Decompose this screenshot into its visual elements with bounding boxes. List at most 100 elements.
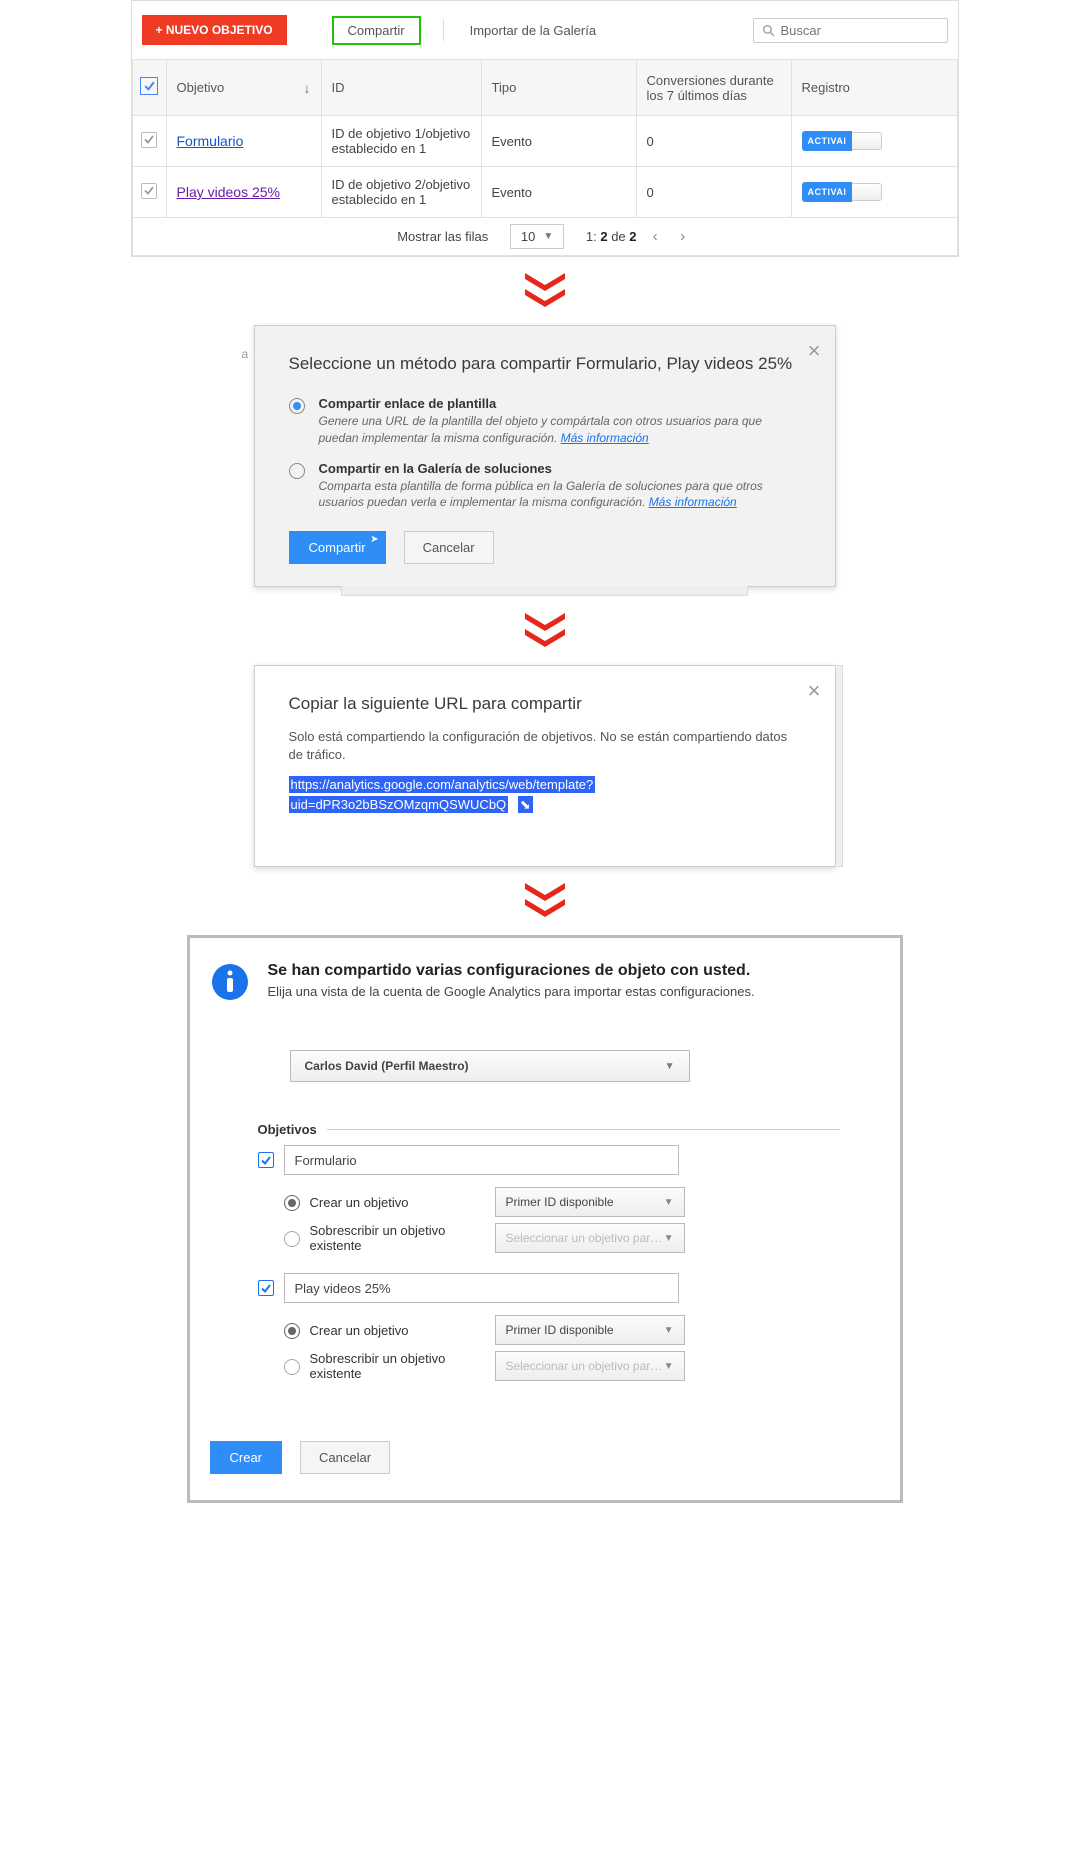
table-row: Formulario ID de objetivo 1/objetivo esta… bbox=[132, 116, 957, 167]
table-row: Play videos 25% ID de objetivo 2/objetivo… bbox=[132, 167, 957, 218]
option-title: Compartir en la Galería de soluciones bbox=[319, 461, 801, 476]
flow-arrow-icon bbox=[131, 273, 959, 309]
caret-down-icon: ▼ bbox=[543, 231, 553, 242]
decorative-bg bbox=[837, 665, 843, 867]
goal-toggle[interactable]: ACTIVAI bbox=[802, 182, 883, 202]
decorative-letter: a bbox=[242, 347, 249, 361]
more-info-link[interactable]: Más información bbox=[649, 495, 737, 509]
option-overwrite[interactable]: Sobrescribir un objetivo existente Selecc… bbox=[284, 1351, 840, 1381]
share-button[interactable]: Compartir bbox=[332, 16, 421, 45]
flow-arrow-icon bbox=[131, 883, 959, 919]
option-label: Sobrescribir un objetivo existente bbox=[310, 1223, 485, 1253]
create-button[interactable]: Crear bbox=[210, 1441, 283, 1474]
caret-down-icon: ▼ bbox=[664, 1361, 674, 1372]
radio-icon[interactable] bbox=[284, 1195, 300, 1211]
check-all-icon[interactable] bbox=[140, 77, 158, 95]
goal-toggle[interactable]: ACTIVAI bbox=[802, 131, 883, 151]
caret-down-icon: ▼ bbox=[664, 1233, 674, 1244]
new-goal-button[interactable]: + NUEVO OBJETIVO bbox=[142, 15, 287, 45]
option-label: Sobrescribir un objetivo existente bbox=[310, 1351, 485, 1381]
objective-checkbox[interactable] bbox=[258, 1152, 274, 1168]
option-desc: Comparta esta plantilla de forma pública… bbox=[319, 478, 801, 512]
rows-label: Mostrar las filas bbox=[397, 229, 488, 244]
import-config-panel: Se han compartido varias configuraciones… bbox=[187, 935, 903, 1503]
overwrite-select: Seleccionar un objetivo par…▼ bbox=[495, 1351, 685, 1381]
dialog-title: Seleccione un método para compartir Form… bbox=[289, 354, 801, 374]
pager: Mostrar las filas 10 ▼ 1: 2 de 2 ‹ › bbox=[132, 218, 957, 256]
col-objetivo[interactable]: Objetivo ↓ bbox=[166, 60, 321, 116]
search-icon bbox=[762, 24, 775, 37]
option-label: Crear un objetivo bbox=[310, 1323, 485, 1338]
decorative-shadow bbox=[341, 586, 748, 596]
radio-icon[interactable] bbox=[289, 398, 305, 414]
caret-down-icon: ▼ bbox=[665, 1061, 675, 1072]
share-url[interactable]: https://analytics.google.com/analytics/w… bbox=[289, 777, 596, 813]
objectives-section-label: Objetivos bbox=[258, 1122, 840, 1137]
goals-panel: + NUEVO OBJETIVO Compartir Importar de l… bbox=[131, 0, 959, 257]
option-label: Crear un objetivo bbox=[310, 1195, 485, 1210]
flow-arrow-icon bbox=[131, 613, 959, 649]
cursor-icon: ➤ bbox=[370, 534, 378, 545]
goal-id: ID de objetivo 2/objetivo establecido en… bbox=[321, 167, 481, 218]
pager-prev-button[interactable]: ‹ bbox=[646, 228, 664, 245]
sort-arrow-icon: ↓ bbox=[304, 80, 311, 96]
share-option-template[interactable]: Compartir enlace de plantilla Genere una… bbox=[289, 396, 801, 447]
share-method-dialog: × Seleccione un método para compartir Fo… bbox=[254, 325, 836, 587]
cancel-button[interactable]: Cancelar bbox=[300, 1441, 390, 1474]
option-overwrite[interactable]: Sobrescribir un objetivo existenteSelecc… bbox=[284, 1223, 840, 1253]
radio-icon[interactable] bbox=[284, 1231, 300, 1247]
objective-name-input[interactable] bbox=[284, 1145, 679, 1175]
col-registro[interactable]: Registro bbox=[791, 60, 957, 116]
cursor-icon: ⬊ bbox=[518, 796, 533, 813]
option-title: Compartir enlace de plantilla bbox=[319, 396, 801, 411]
close-icon[interactable]: × bbox=[808, 678, 821, 704]
select-all-header[interactable] bbox=[132, 60, 166, 116]
panel-subtext: Elija una vista de la cuenta de Google A… bbox=[268, 984, 755, 999]
col-id[interactable]: ID bbox=[321, 60, 481, 116]
caret-down-icon: ▼ bbox=[664, 1197, 674, 1208]
row-checkbox[interactable] bbox=[132, 116, 166, 167]
radio-icon[interactable] bbox=[284, 1359, 300, 1375]
goal-name-link[interactable]: Play videos 25% bbox=[177, 184, 281, 200]
goal-id-select[interactable]: Primer ID disponible▼ bbox=[495, 1187, 685, 1217]
radio-icon[interactable] bbox=[284, 1323, 300, 1339]
share-url-dialog: × Copiar la siguiente URL para compartir… bbox=[254, 665, 836, 867]
goal-id-select[interactable]: Primer ID disponible▼ bbox=[495, 1315, 685, 1345]
objective-block: Crear un objetivo Primer ID disponible▼ So… bbox=[258, 1273, 840, 1381]
radio-icon[interactable] bbox=[289, 463, 305, 479]
toolbar: + NUEVO OBJETIVO Compartir Importar de l… bbox=[132, 1, 958, 59]
dialog-title: Copiar la siguiente URL para compartir bbox=[289, 694, 801, 714]
option-create[interactable]: Crear un objetivo Primer ID disponible▼ bbox=[284, 1315, 840, 1345]
objective-name-input[interactable] bbox=[284, 1273, 679, 1303]
search-input[interactable] bbox=[781, 23, 957, 38]
cancel-button[interactable]: Cancelar bbox=[404, 531, 494, 564]
goal-conversions: 0 bbox=[636, 167, 791, 218]
objective-checkbox[interactable] bbox=[258, 1280, 274, 1296]
row-checkbox[interactable] bbox=[132, 167, 166, 218]
caret-down-icon: ▼ bbox=[664, 1325, 674, 1336]
option-desc: Genere una URL de la plantilla del objet… bbox=[319, 413, 801, 447]
share-option-gallery[interactable]: Compartir en la Galería de soluciones Co… bbox=[289, 461, 801, 512]
share-confirm-button[interactable]: Compartir➤ bbox=[289, 531, 386, 564]
goal-conversions: 0 bbox=[636, 116, 791, 167]
more-info-link[interactable]: Más información bbox=[561, 431, 649, 445]
panel-title: Se han compartido varias configuraciones… bbox=[268, 962, 755, 980]
rows-per-page-select[interactable]: 10 ▼ bbox=[510, 224, 564, 249]
col-tipo[interactable]: Tipo bbox=[481, 60, 636, 116]
option-create[interactable]: Crear un objetivo Primer ID disponible▼ bbox=[284, 1187, 840, 1217]
import-gallery-button[interactable]: Importar de la Galería bbox=[466, 17, 600, 44]
search-input-wrap[interactable] bbox=[753, 18, 948, 43]
col-conversiones[interactable]: Conversiones durante los 7 últimos días bbox=[636, 60, 791, 116]
objective-block: Crear un objetivo Primer ID disponible▼ So… bbox=[258, 1145, 840, 1253]
pager-range: 1: 2 de 2 bbox=[586, 229, 640, 244]
dialog-subtext: Solo está compartiendo la configuración … bbox=[289, 728, 801, 764]
goal-type: Evento bbox=[481, 167, 636, 218]
divider bbox=[443, 19, 444, 41]
goals-table: Objetivo ↓ ID Tipo Conversiones durante … bbox=[132, 59, 958, 256]
goal-id: ID de objetivo 1/objetivo establecido en… bbox=[321, 116, 481, 167]
goal-name-link[interactable]: Formulario bbox=[177, 133, 244, 149]
account-view-select[interactable]: Carlos David (Perfil Maestro) ▼ bbox=[290, 1050, 690, 1082]
goal-type: Evento bbox=[481, 116, 636, 167]
close-icon[interactable]: × bbox=[808, 338, 821, 364]
pager-next-button[interactable]: › bbox=[674, 228, 692, 245]
